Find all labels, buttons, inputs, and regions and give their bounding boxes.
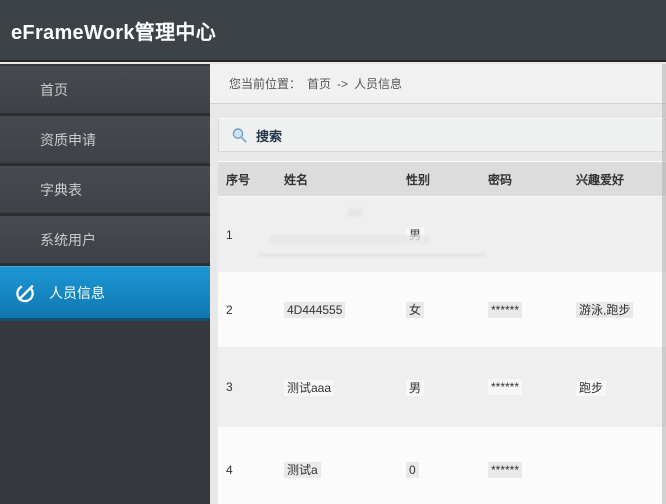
cell-password: ****** <box>480 301 568 318</box>
sidebar-item-label: 系统用户 <box>40 231 96 248</box>
app-window: eFrameWork管理中心 首页 资质申请 字典表 系统用户 人员信息 您当前… <box>0 0 666 504</box>
column-header-name: 姓名 <box>284 172 309 187</box>
main-content: 您当前位置： 首页 -> 人员信息 搜索 序号 姓名 性别 密码 兴趣爱好 1 <box>210 64 666 504</box>
cell-gender: 男 <box>398 226 480 243</box>
cell-name: 测试a <box>276 461 398 478</box>
cell-no: 4 <box>226 462 233 477</box>
column-header-hobby: 兴趣爱好 <box>576 172 625 187</box>
sidebar-item-dictionary-table[interactable]: 字典表 <box>0 166 210 216</box>
sidebar-item-qualification-apply[interactable]: 资质申请 <box>0 116 210 166</box>
table-header-row: 序号 姓名 性别 密码 兴趣爱好 <box>218 161 666 197</box>
breadcrumb-arrow: -> <box>337 76 349 91</box>
sidebar-item-label: 人员信息 <box>49 284 105 301</box>
sidebar-item-label: 资质申请 <box>40 131 96 148</box>
cell-no: 3 <box>226 380 233 394</box>
table-row[interactable]: 2 4D444555 女 ****** 游泳,跑步 <box>218 272 666 347</box>
cell-name: 4D444555 <box>276 301 398 318</box>
sidebar-item-personnel-info[interactable]: 人员信息 <box>0 266 210 321</box>
cell-hobby: 游泳,跑步 <box>568 301 666 318</box>
cell-no: 2 <box>226 302 233 317</box>
breadcrumb: 您当前位置： 首页 -> 人员信息 <box>210 64 666 104</box>
table-row[interactable]: 4 测试a 0 ****** <box>218 427 666 504</box>
gauge-icon <box>16 284 34 303</box>
search-icon <box>232 127 247 143</box>
cell-password: ****** <box>480 461 568 478</box>
cell-hobby: 跑步 <box>568 379 666 396</box>
search-label: 搜索 <box>256 128 283 144</box>
cell-gender: 女 <box>398 301 480 318</box>
sidebar-item-label: 首页 <box>40 81 68 98</box>
sidebar-item-home[interactable]: 首页 <box>0 66 210 116</box>
breadcrumb-current: 人员信息 <box>354 77 403 91</box>
cell-name: 测试aaa <box>276 379 398 396</box>
column-header-password: 密码 <box>488 172 513 187</box>
breadcrumb-label: 您当前位置： <box>229 77 302 91</box>
breadcrumb-home-link[interactable]: 首页 <box>307 75 331 92</box>
table-row[interactable]: 3 测试aaa 男 ****** 跑步 <box>218 347 666 427</box>
sidebar-item-system-users[interactable]: 系统用户 <box>0 216 210 266</box>
sidebar: 首页 资质申请 字典表 系统用户 人员信息 <box>0 64 210 504</box>
column-header-no: 序号 <box>226 172 251 187</box>
app-title: eFrameWork管理中心 <box>11 21 216 44</box>
cell-gender: 男 <box>398 379 480 396</box>
window-edge-shade <box>662 64 666 504</box>
personnel-table: 序号 姓名 性别 密码 兴趣爱好 1 男 2 4D444555 女 ******… <box>218 161 666 504</box>
sidebar-item-label: 字典表 <box>40 181 82 198</box>
column-header-gender: 性别 <box>406 172 431 187</box>
cell-password: ****** <box>480 379 568 395</box>
cell-no: 1 <box>226 227 233 242</box>
search-toggle-bar[interactable]: 搜索 <box>218 118 666 152</box>
cell-gender: 0 <box>398 461 480 478</box>
table-row[interactable]: 1 男 <box>218 197 666 272</box>
app-header: eFrameWork管理中心 <box>0 0 666 62</box>
